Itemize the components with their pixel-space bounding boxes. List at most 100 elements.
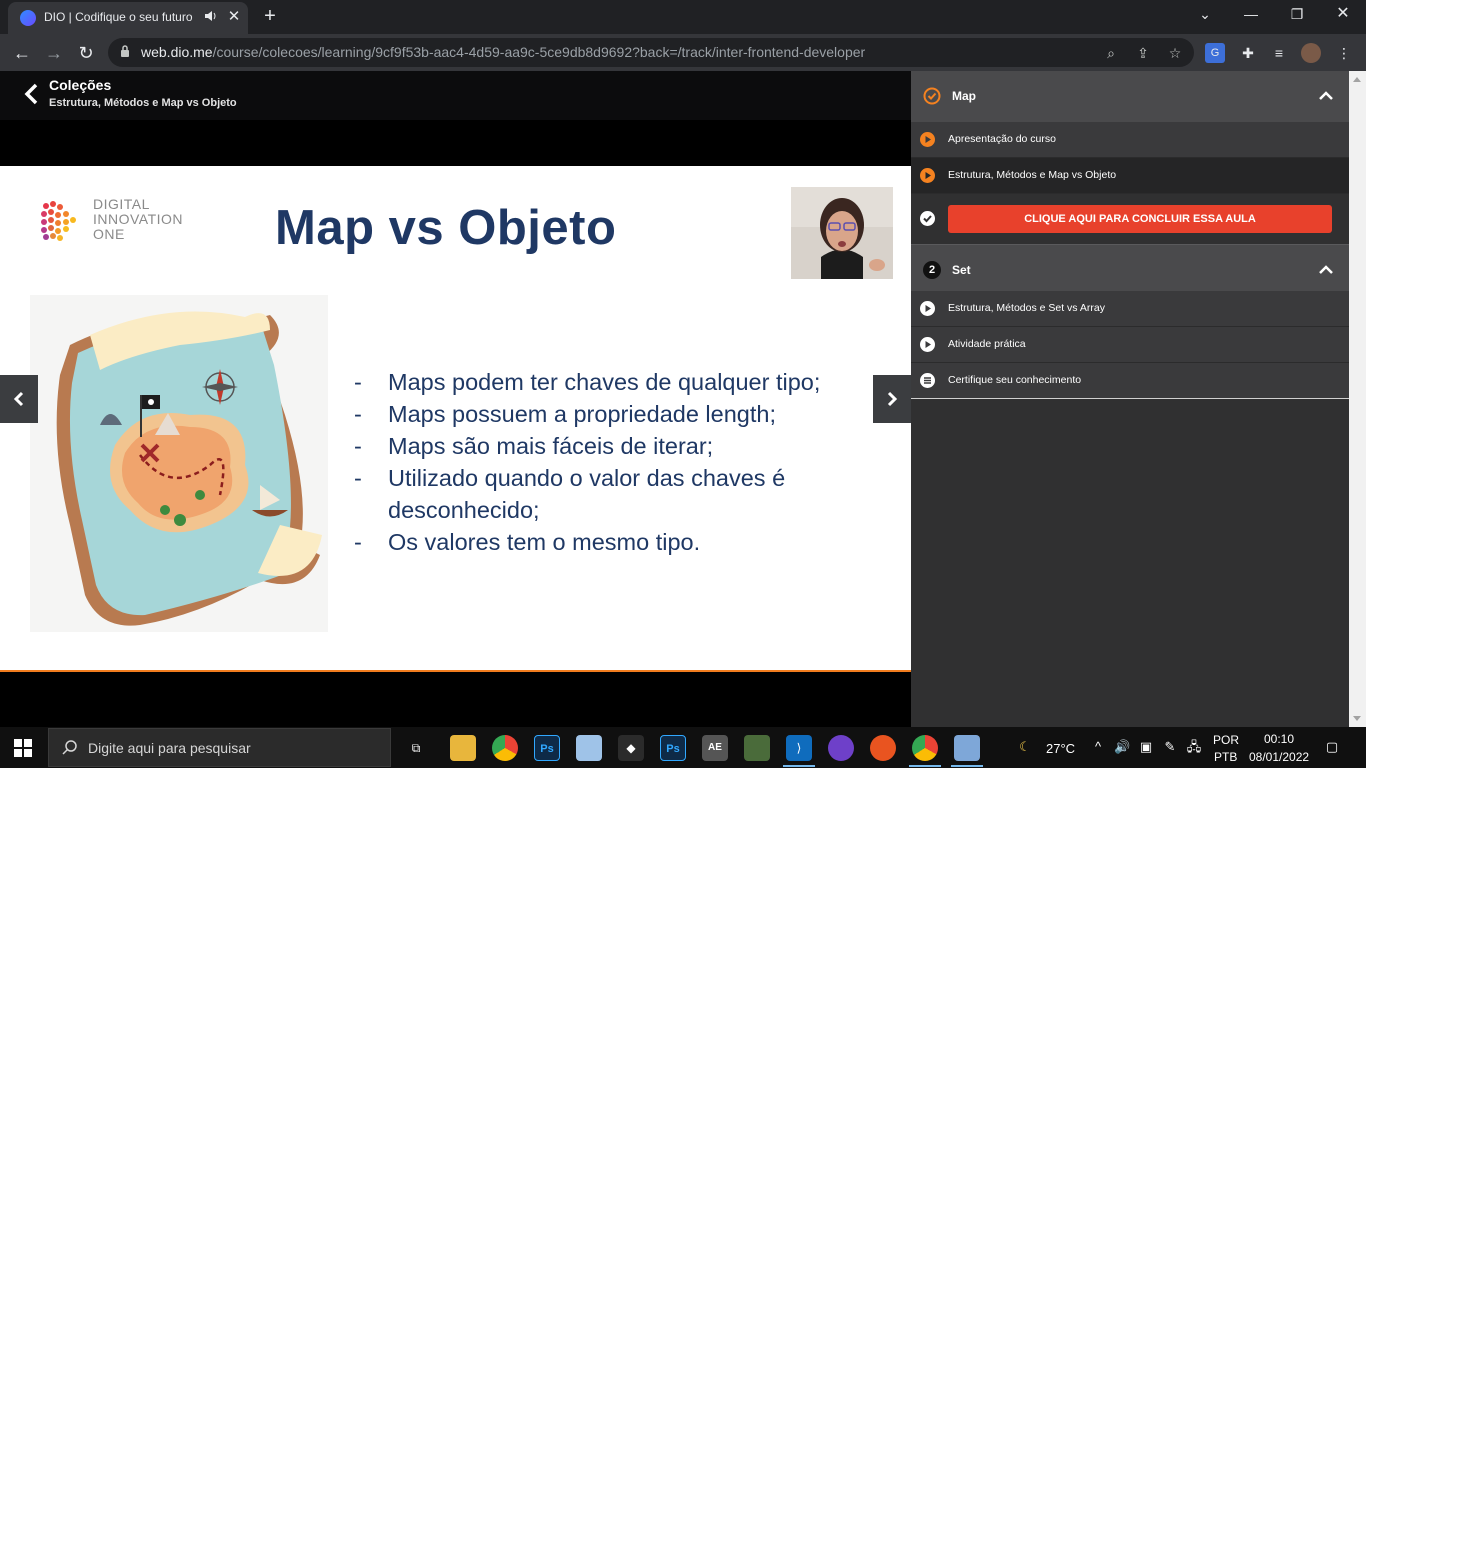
- weather-temperature[interactable]: 27°C: [1046, 741, 1075, 756]
- browser-tab[interactable]: DIO | Codifique o seu futuro ✕: [8, 2, 248, 34]
- translate-extension-icon[interactable]: G: [1205, 43, 1225, 63]
- lesson-item[interactable]: Certifique seu conhecimento: [911, 363, 1349, 399]
- speaker-icon[interactable]: [204, 9, 218, 25]
- slide-bullet-list: Maps podem ter chaves de qualquer tipo; …: [350, 366, 890, 558]
- dio-favicon-icon: [20, 10, 36, 26]
- virtualbox-icon[interactable]: [576, 735, 602, 761]
- chevron-left-icon: [13, 391, 24, 407]
- notifications-icon[interactable]: ▢: [1324, 739, 1340, 755]
- show-hidden-icons-chevron[interactable]: ^: [1090, 739, 1106, 755]
- video-player[interactable]: DIGITAL INNOVATION ONE Map vs Objeto - M…: [0, 120, 911, 727]
- volume-icon[interactable]: 🔊: [1114, 739, 1130, 755]
- tab-close-icon[interactable]: ✕: [226, 8, 242, 26]
- taskbar-search-box[interactable]: Digite aqui para pesquisar: [48, 728, 391, 767]
- lesson-label: Atividade prática: [948, 338, 1026, 350]
- complete-lesson-row: CLIQUE AQUI PARA CONCLUIR ESSA AULA: [911, 194, 1349, 243]
- scroll-down-arrow-icon[interactable]: [1353, 716, 1361, 721]
- new-tab-icon[interactable]: +: [258, 5, 282, 29]
- zoom-icon[interactable]: ⌕: [1101, 43, 1121, 63]
- lock-icon: [121, 45, 129, 57]
- app-icon[interactable]: [744, 735, 770, 761]
- back-icon[interactable]: ←: [8, 39, 36, 67]
- tab-search-icon[interactable]: ⌄: [1182, 0, 1228, 30]
- browser-menu-icon[interactable]: ⋮: [1333, 42, 1355, 64]
- active-app-indicator: [951, 765, 983, 767]
- lesson-label: Apresentação do curso: [948, 133, 1056, 145]
- screen: DIO | Codifique o seu futuro ✕ + ⌄ — ❐ ✕…: [0, 0, 1366, 768]
- chrome-icon[interactable]: [912, 735, 938, 761]
- vscode-icon[interactable]: ⟩: [786, 735, 812, 761]
- chevron-up-icon[interactable]: [1317, 262, 1335, 276]
- course-header: Coleções Estrutura, Métodos e Map vs Obj…: [0, 71, 911, 120]
- scroll-up-arrow-icon[interactable]: [1353, 77, 1361, 82]
- address-bar[interactable]: web.dio.me/course/colecoes/learning/9cf9…: [108, 38, 1194, 67]
- after-effects-icon[interactable]: AE: [702, 735, 728, 761]
- slide-bullet: Maps são mais fáceis de iterar;: [350, 430, 890, 462]
- network-icon[interactable]: 🖧: [1186, 739, 1202, 755]
- lesson-label: Estrutura, Métodos e Set vs Array: [948, 302, 1105, 314]
- module-complete-check-icon: [923, 87, 941, 105]
- github-desktop-icon[interactable]: [828, 735, 854, 761]
- bookmark-star-icon[interactable]: ☆: [1165, 43, 1185, 63]
- browser-toolbar: ← → ↻ web.dio.me/course/colecoes/learnin…: [0, 34, 1366, 71]
- close-window-icon[interactable]: ✕: [1320, 0, 1366, 30]
- microphone-icon[interactable]: ✎: [1162, 739, 1178, 755]
- url-text: web.dio.me/course/colecoes/learning/9cf9…: [141, 44, 866, 60]
- profile-avatar[interactable]: [1301, 43, 1321, 63]
- slide-bullet: Utilizado quando o valor das chaves é de…: [350, 462, 890, 526]
- module-number-badge: 2: [923, 261, 941, 279]
- previous-lesson-button[interactable]: [0, 375, 38, 423]
- slide-footer-stripe: [0, 670, 911, 672]
- clock-date[interactable]: 08/01/2022: [1249, 750, 1309, 764]
- reload-icon[interactable]: ↻: [72, 39, 100, 67]
- lesson-subtitle: Estrutura, Métodos e Map vs Objeto: [49, 97, 237, 109]
- media-control-icon[interactable]: ≡: [1268, 42, 1290, 64]
- ubuntu-icon[interactable]: [870, 735, 896, 761]
- module-header-set[interactable]: 2 Set: [911, 244, 1349, 296]
- page: Coleções Estrutura, Métodos e Map vs Obj…: [0, 71, 1366, 727]
- instructor-webcam: [791, 187, 893, 279]
- search-placeholder: Digite aqui para pesquisar: [88, 740, 251, 756]
- page-scrollbar[interactable]: [1349, 71, 1366, 727]
- back-chevron-icon[interactable]: [22, 82, 42, 106]
- module-title: Set: [952, 263, 971, 277]
- weather-moon-icon[interactable]: ☾: [1017, 739, 1033, 755]
- course-sidebar: Map Apresentação do curso Estrutura, Mét…: [911, 71, 1349, 727]
- check-circle-icon: [920, 211, 935, 226]
- active-app-indicator: [783, 765, 815, 767]
- module-header-map[interactable]: Map: [911, 71, 1349, 122]
- list-icon: [920, 373, 935, 388]
- slide-title: Map vs Objeto: [275, 201, 617, 255]
- search-icon: [62, 740, 77, 755]
- lesson-item[interactable]: Apresentação do curso: [911, 122, 1349, 158]
- windows-taskbar: Digite aqui para pesquisar ⧉ Ps ◆ Ps AE …: [0, 727, 1366, 768]
- language-indicator[interactable]: POR: [1213, 733, 1239, 747]
- meet-now-icon[interactable]: ▣: [1138, 739, 1154, 755]
- task-view-icon[interactable]: ⧉: [403, 735, 429, 761]
- lesson-item-active[interactable]: Estrutura, Métodos e Map vs Objeto: [911, 158, 1349, 194]
- lesson-label: Estrutura, Métodos e Map vs Objeto: [948, 169, 1117, 181]
- file-explorer-icon[interactable]: [450, 735, 476, 761]
- extensions-puzzle-icon[interactable]: ✚: [1237, 42, 1259, 64]
- restore-icon[interactable]: ❐: [1274, 0, 1320, 30]
- keyboard-layout-indicator[interactable]: PTB: [1214, 750, 1237, 764]
- inkscape-icon[interactable]: ◆: [618, 735, 644, 761]
- share-icon[interactable]: ⇪: [1133, 43, 1153, 63]
- lesson-item[interactable]: Estrutura, Métodos e Set vs Array: [911, 291, 1349, 327]
- slide: DIGITAL INNOVATION ONE Map vs Objeto - M…: [0, 166, 911, 672]
- forward-icon[interactable]: →: [40, 39, 68, 67]
- paint-icon[interactable]: [954, 735, 980, 761]
- chrome-icon[interactable]: [492, 735, 518, 761]
- photoshop-icon[interactable]: Ps: [534, 735, 560, 761]
- chevron-up-icon[interactable]: [1317, 88, 1335, 102]
- complete-lesson-button[interactable]: CLIQUE AQUI PARA CONCLUIR ESSA AULA: [948, 205, 1332, 233]
- lesson-item[interactable]: Atividade prática: [911, 327, 1349, 363]
- browser-tab-bar: DIO | Codifique o seu futuro ✕ + ⌄ — ❐ ✕: [0, 0, 1366, 34]
- minimize-icon[interactable]: —: [1228, 0, 1274, 30]
- dio-brand-text: DIGITAL INNOVATION ONE: [93, 196, 184, 242]
- windows-start-icon[interactable]: [14, 739, 32, 757]
- next-lesson-button[interactable]: [873, 375, 911, 423]
- clock-time[interactable]: 00:10: [1264, 732, 1294, 746]
- active-app-indicator: [909, 765, 941, 767]
- photoshop-icon[interactable]: Ps: [660, 735, 686, 761]
